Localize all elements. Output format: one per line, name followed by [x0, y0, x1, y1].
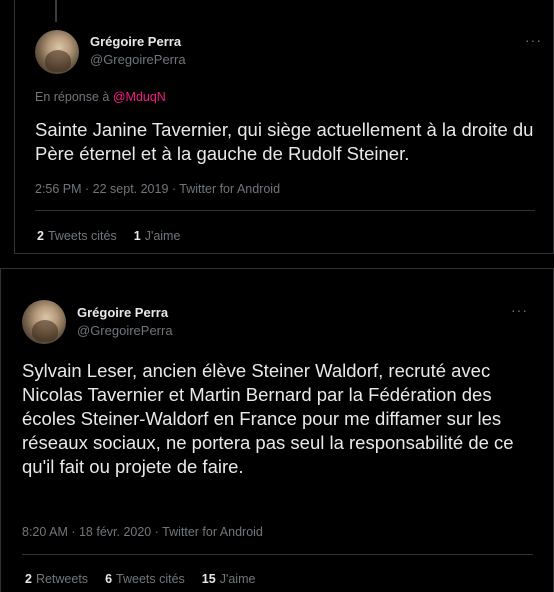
divider [22, 554, 533, 555]
reply-mention-link[interactable]: @MduqN [113, 90, 166, 104]
tweet-card-1[interactable]: Grégoire Perra @GregoirePerra ··· En rép… [14, 0, 554, 254]
retweets-stat[interactable]: 2 Retweets [25, 572, 88, 586]
tweet-timestamp[interactable]: 2:56 PM · 22 sept. 2019 · Twitter for An… [35, 182, 280, 196]
reply-context: En réponse à @MduqN [35, 90, 166, 104]
author-name[interactable]: Grégoire Perra [77, 305, 168, 320]
tweet-stats: 2 Retweets 6 Tweets cités 15 J'aime [25, 572, 255, 586]
author-name[interactable]: Grégoire Perra [90, 34, 181, 49]
reply-prefix: En réponse à [35, 90, 113, 104]
thread-line [55, 0, 57, 22]
tweet-text: Sainte Janine Tavernier, qui siège actue… [35, 119, 534, 164]
more-options-icon[interactable]: ··· [525, 32, 542, 48]
divider [35, 210, 535, 211]
likes-stat[interactable]: 1 J'aime [134, 229, 181, 243]
tweet-text: Sylvain Leser, ancien élève Steiner Wald… [22, 360, 514, 477]
tweet-stats: 2 Tweets cités 1 J'aime [37, 229, 180, 243]
quote-tweets-stat[interactable]: 2 Tweets cités [37, 229, 117, 243]
author-handle[interactable]: @GregoirePerra [77, 323, 173, 338]
avatar[interactable] [35, 30, 79, 74]
avatar[interactable] [22, 300, 66, 344]
quote-tweets-stat[interactable]: 6 Tweets cités [105, 572, 185, 586]
tweet-card-2[interactable]: Grégoire Perra @GregoirePerra ··· Sylvai… [0, 268, 554, 592]
author-handle[interactable]: @GregoirePerra [90, 52, 186, 67]
likes-stat[interactable]: 15 J'aime [202, 572, 256, 586]
more-options-icon[interactable]: ··· [511, 302, 528, 318]
card-separator [0, 254, 554, 268]
tweet-timestamp[interactable]: 8:20 AM · 18 févr. 2020 · Twitter for An… [22, 525, 263, 539]
